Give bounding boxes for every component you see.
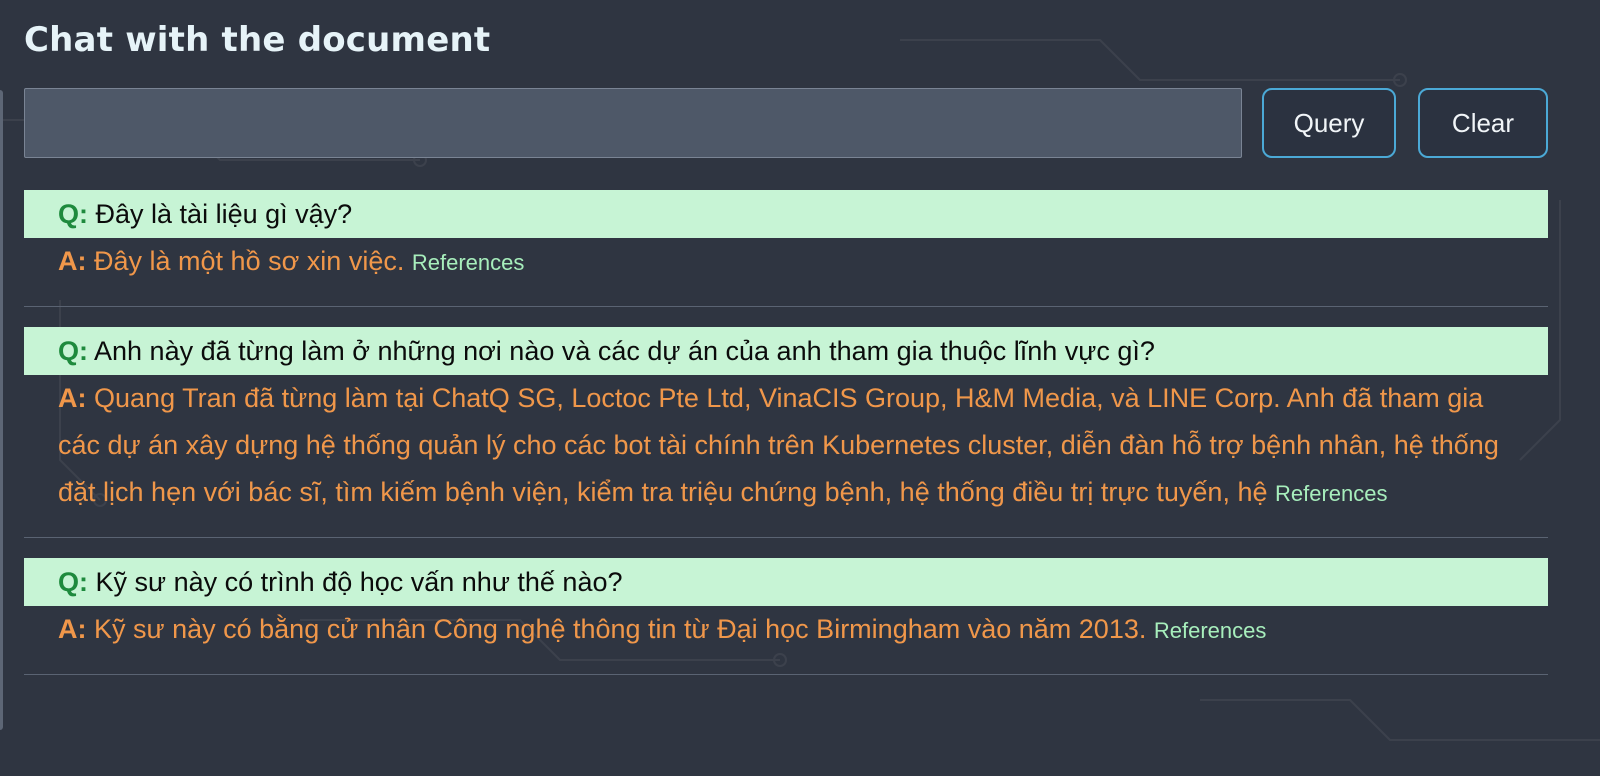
answer-text: Đây là một hồ sơ xin việc. [94,246,405,276]
answer-prefix: A: [58,614,87,644]
clear-button[interactable]: Clear [1418,88,1548,158]
question-text: Kỹ sư này có trình độ học vấn như thế nà… [95,567,623,597]
answer-prefix: A: [58,246,87,276]
query-button[interactable]: Query [1262,88,1396,158]
sidebar-edge [0,90,3,730]
page-title: Chat with the document [24,20,491,60]
answer-row: A: Kỹ sư này có bằng cử nhân Công nghệ t… [24,606,1548,654]
references-link[interactable]: References [1275,481,1388,506]
question-text: Anh này đã từng làm ở những nơi nào và c… [94,336,1155,366]
qa-item: Q: Đây là tài liệu gì vậy? A: Đây là một… [24,190,1548,307]
qa-item: Q: Kỹ sư này có trình độ học vấn như thế… [24,558,1548,675]
query-input[interactable] [24,88,1242,158]
question-row: Q: Anh này đã từng làm ở những nơi nào v… [24,327,1548,375]
qa-item: Q: Anh này đã từng làm ở những nơi nào v… [24,327,1548,538]
query-bar: Query Clear [24,88,1548,158]
answer-row: A: Quang Tran đã từng làm tại ChatQ SG, … [24,375,1548,517]
chat-panel: Chat with the document Query Clear Q: Đâ… [24,0,1548,695]
qa-list: Q: Đây là tài liệu gì vậy? A: Đây là một… [24,190,1548,675]
answer-text: Kỹ sư này có bằng cử nhân Công nghệ thôn… [94,614,1147,644]
question-prefix: Q: [58,199,88,229]
question-row: Q: Kỹ sư này có trình độ học vấn như thế… [24,558,1548,606]
references-link[interactable]: References [1154,618,1267,643]
question-row: Q: Đây là tài liệu gì vậy? [24,190,1548,238]
references-link[interactable]: References [412,250,525,275]
answer-prefix: A: [58,383,87,413]
question-prefix: Q: [58,336,88,366]
question-prefix: Q: [58,567,88,597]
answer-row: A: Đây là một hồ sơ xin việc. References [24,238,1548,286]
question-text: Đây là tài liệu gì vậy? [95,199,353,229]
